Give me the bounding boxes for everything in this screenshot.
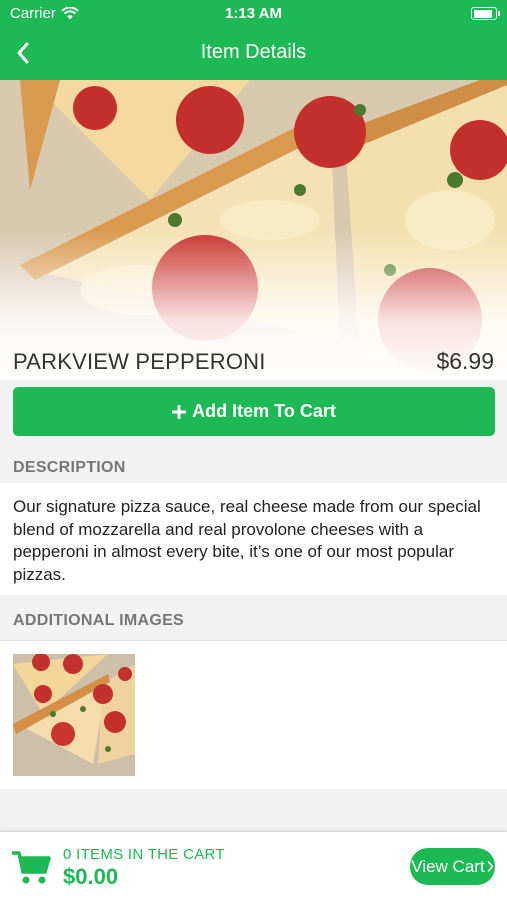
item-hero-image (0, 80, 507, 380)
view-cart-label: View Cart (411, 856, 485, 876)
item-name: PARKVIEW PEPPERONI (13, 349, 266, 374)
cart-footer: 0 ITEMS IN THE CART $0.00 View Cart (0, 831, 507, 900)
add-to-cart-button[interactable]: Add Item To Cart (13, 387, 495, 436)
battery-level (473, 9, 492, 18)
item-description: Our signature pizza sauce, real cheese m… (13, 497, 481, 584)
item-title-row: PARKVIEW PEPPERONI $6.99 (0, 340, 507, 386)
additional-image-thumbnail[interactable] (13, 654, 135, 776)
navigation-bar: Item Details (0, 28, 507, 80)
plus-icon (172, 404, 187, 419)
additional-images-header: ADDITIONAL IMAGES (0, 597, 507, 641)
pizza-thumbnail-photo (13, 654, 135, 776)
description-header-label: DESCRIPTION (13, 459, 126, 476)
additional-images-header-label: ADDITIONAL IMAGES (13, 612, 185, 629)
page-title: Item Details (200, 41, 307, 63)
shopping-cart-icon[interactable] (12, 850, 52, 886)
add-to-cart-label: Add Item To Cart (192, 401, 336, 421)
view-cart-button[interactable]: View Cart (410, 848, 495, 885)
cart-item-count: 0 ITEMS IN THE CART (63, 846, 225, 863)
description-header: DESCRIPTION (0, 444, 507, 488)
chevron-right-icon (487, 861, 494, 872)
cart-total: $0.00 (63, 864, 119, 889)
status-bar: Carrier 1:13 AM (0, 0, 507, 28)
item-price: $6.99 (436, 348, 494, 374)
battery-icon (471, 7, 500, 20)
status-time: 1:13 AM (225, 5, 282, 22)
